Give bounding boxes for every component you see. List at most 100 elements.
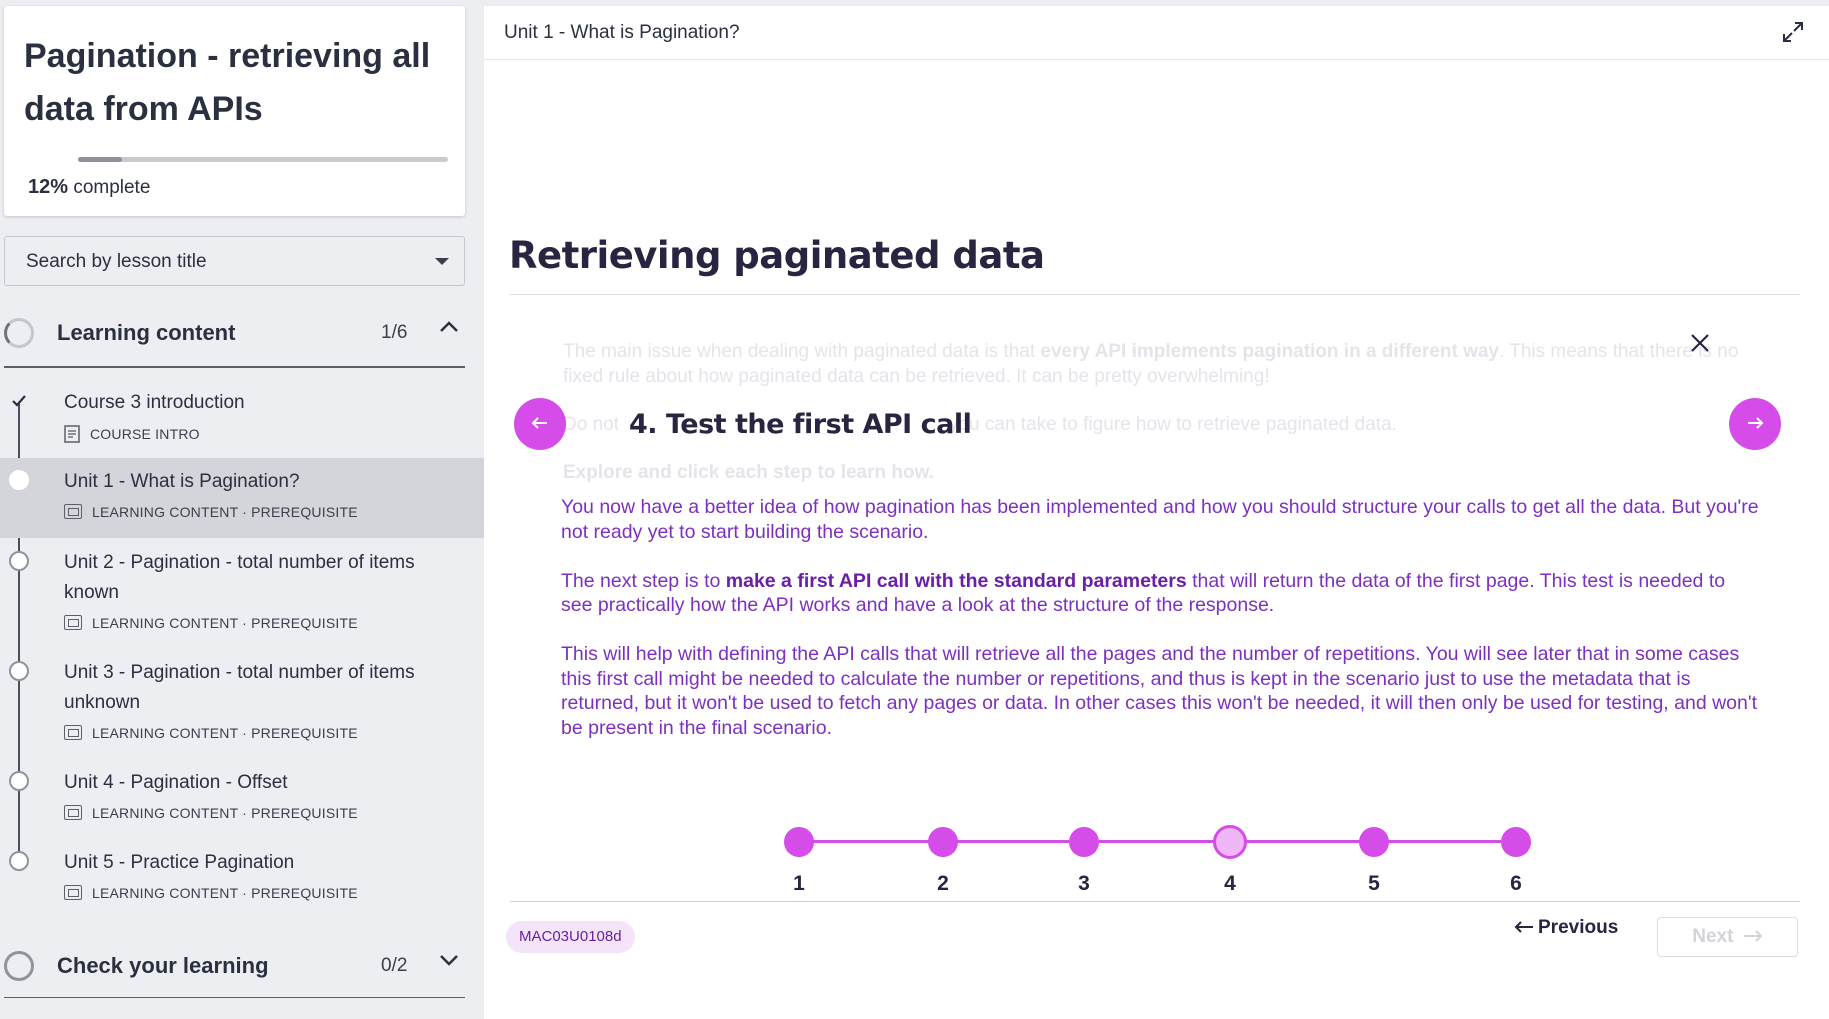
step-dot-2[interactable] (928, 827, 958, 857)
lesson-item-unit-5[interactable]: Unit 5 - Practice Pagination LEARNING CO… (0, 838, 484, 918)
lesson-code-badge: MAC03U0108d (506, 921, 635, 953)
step-number-label: 3 (1078, 872, 1090, 895)
previous-lesson-button[interactable]: Previous (1514, 917, 1618, 939)
document-icon (64, 425, 80, 443)
arrow-left-icon (1514, 921, 1533, 933)
title-divider (510, 294, 1800, 295)
section-divider (4, 366, 465, 368)
step-text-bold: make a first API call with the standard … (725, 569, 1187, 592)
lesson-meta-text: LEARNING CONTENT · PREREQUISITE (92, 805, 358, 821)
lesson-meta-text: COURSE INTRO (90, 426, 200, 442)
section-learning-content[interactable]: Learning content 1/6 (0, 304, 465, 360)
lesson-meta: COURSE INTRO (64, 425, 200, 443)
lesson-title: Course 3 introduction (64, 392, 245, 413)
lesson-meta-text: LEARNING CONTENT · PREREQUISITE (92, 615, 358, 631)
step-number-label: 5 (1368, 872, 1380, 895)
lesson-item-unit-4[interactable]: Unit 4 - Pagination - Offset LEARNING CO… (0, 758, 484, 838)
intro-text-part: Do not (563, 414, 619, 435)
lesson-meta: LEARNING CONTENT · PREREQUISITE (64, 725, 358, 741)
arrow-right-icon (1743, 930, 1763, 942)
step-paragraph: This will help with defining the API cal… (561, 643, 1757, 739)
footer-divider (510, 901, 1800, 902)
slides-icon (64, 504, 82, 519)
intro-text-bold: Explore and click each step to learn how… (563, 462, 934, 483)
lesson-status-dot-icon (9, 851, 29, 871)
lesson-status-dot-icon (9, 771, 29, 791)
progress-bar-fill (78, 157, 123, 162)
intro-text-part: you can take to figure how to retrieve p… (948, 414, 1397, 435)
step-dot-3[interactable] (1069, 827, 1099, 857)
step-number-label: 4 (1224, 872, 1236, 895)
section-label: Check your learning (57, 953, 269, 978)
lesson-status-dot-icon (9, 470, 29, 490)
lesson-title: Unit 2 - Pagination - total number of it… (64, 552, 415, 603)
step-dot-6[interactable] (1501, 827, 1531, 857)
lesson-meta-text: LEARNING CONTENT · PREREQUISITE (92, 885, 358, 901)
section-progress-ring-icon (4, 951, 34, 981)
lesson-meta: LEARNING CONTENT · PREREQUISITE (64, 615, 358, 631)
lesson-topbar: Unit 1 - What is Pagination? (484, 6, 1829, 60)
slides-icon (64, 725, 82, 740)
section-progress-ring-icon (4, 318, 34, 348)
lesson-item-unit-2[interactable]: Unit 2 - Pagination - total number of it… (0, 538, 484, 648)
check-icon (12, 395, 26, 407)
lesson-breadcrumb: Unit 1 - What is Pagination? (504, 22, 740, 43)
chevron-down-icon[interactable] (439, 953, 459, 967)
lesson-item-course-intro[interactable]: Course 3 introduction COURSE INTRO (0, 380, 484, 458)
course-sidebar: Pagination - retrieving all data from AP… (0, 0, 484, 1019)
arrow-left-icon (531, 417, 547, 429)
search-placeholder: Search by lesson title (26, 251, 207, 272)
slides-icon (64, 615, 82, 630)
progress-bar (78, 157, 448, 162)
slides-icon (64, 885, 82, 900)
step-dot-1[interactable] (784, 827, 814, 857)
lesson-title: Unit 4 - Pagination - Offset (64, 772, 288, 793)
lesson-meta-text: LEARNING CONTENT · PREREQUISITE (92, 725, 358, 741)
slides-icon (64, 805, 82, 820)
course-title: Pagination - retrieving all data from AP… (24, 37, 431, 128)
intro-text-bold: every API implements pagination in a dif… (1040, 341, 1500, 362)
step-text-part: The next step is to (561, 569, 726, 592)
lesson-meta: LEARNING CONTENT · PREREQUISITE (64, 504, 358, 520)
section-divider (4, 997, 465, 998)
section-check-your-learning[interactable]: Check your learning 0/2 (0, 937, 465, 993)
lesson-search-dropdown[interactable]: Search by lesson title (4, 236, 465, 286)
previous-label: Previous (1538, 917, 1619, 938)
section-count: 1/6 (381, 322, 408, 343)
step-number-label: 2 (937, 872, 949, 895)
step-number-label: 6 (1510, 872, 1522, 895)
step-dot-5[interactable] (1359, 827, 1389, 857)
lesson-item-unit-3[interactable]: Unit 3 - Pagination - total number of it… (0, 648, 484, 758)
next-step-button[interactable] (1729, 398, 1781, 450)
chevron-up-icon[interactable] (439, 320, 459, 334)
progress-label: complete (73, 177, 151, 198)
course-card: Pagination - retrieving all data from AP… (4, 6, 465, 216)
lesson-title: Unit 3 - Pagination - total number of it… (64, 662, 415, 713)
step-paragraph: The next step is to make a first API cal… (561, 569, 1761, 618)
step-paragraph: You now have a better idea of how pagina… (561, 496, 1759, 543)
progress-text: 12% complete (28, 176, 150, 199)
intro-text-part: The main issue when dealing with paginat… (563, 341, 1041, 362)
step-dot-4[interactable] (1213, 825, 1247, 859)
section-count: 0/2 (381, 955, 408, 976)
lesson-meta-text: LEARNING CONTENT · PREREQUISITE (92, 504, 358, 520)
step-number-label: 1 (793, 872, 805, 895)
step-body: You now have a better idea of how pagina… (561, 495, 1761, 765)
arrow-right-icon (1748, 417, 1764, 429)
next-lesson-button[interactable]: Next (1657, 917, 1798, 957)
close-icon[interactable] (1689, 332, 1711, 354)
lesson-item-unit-1[interactable]: Unit 1 - What is Pagination? LEARNING CO… (0, 458, 484, 538)
section-label: Learning content (57, 320, 236, 345)
stepper-track (799, 840, 1519, 843)
lesson-content-panel: Unit 1 - What is Pagination? Retrieving … (484, 6, 1829, 1019)
content-title: Retrieving paginated data (509, 234, 1045, 277)
lesson-status-dot-icon (9, 551, 29, 571)
next-label: Next (1692, 926, 1734, 947)
lesson-status-dot-icon (9, 661, 29, 681)
lesson-title: Unit 1 - What is Pagination? (64, 471, 300, 492)
step-heading: 4. Test the first API call (629, 409, 972, 440)
lesson-meta: LEARNING CONTENT · PREREQUISITE (64, 805, 358, 821)
expand-fullscreen-icon[interactable] (1781, 20, 1805, 44)
previous-step-button[interactable] (514, 398, 566, 450)
caret-down-icon (435, 258, 449, 265)
